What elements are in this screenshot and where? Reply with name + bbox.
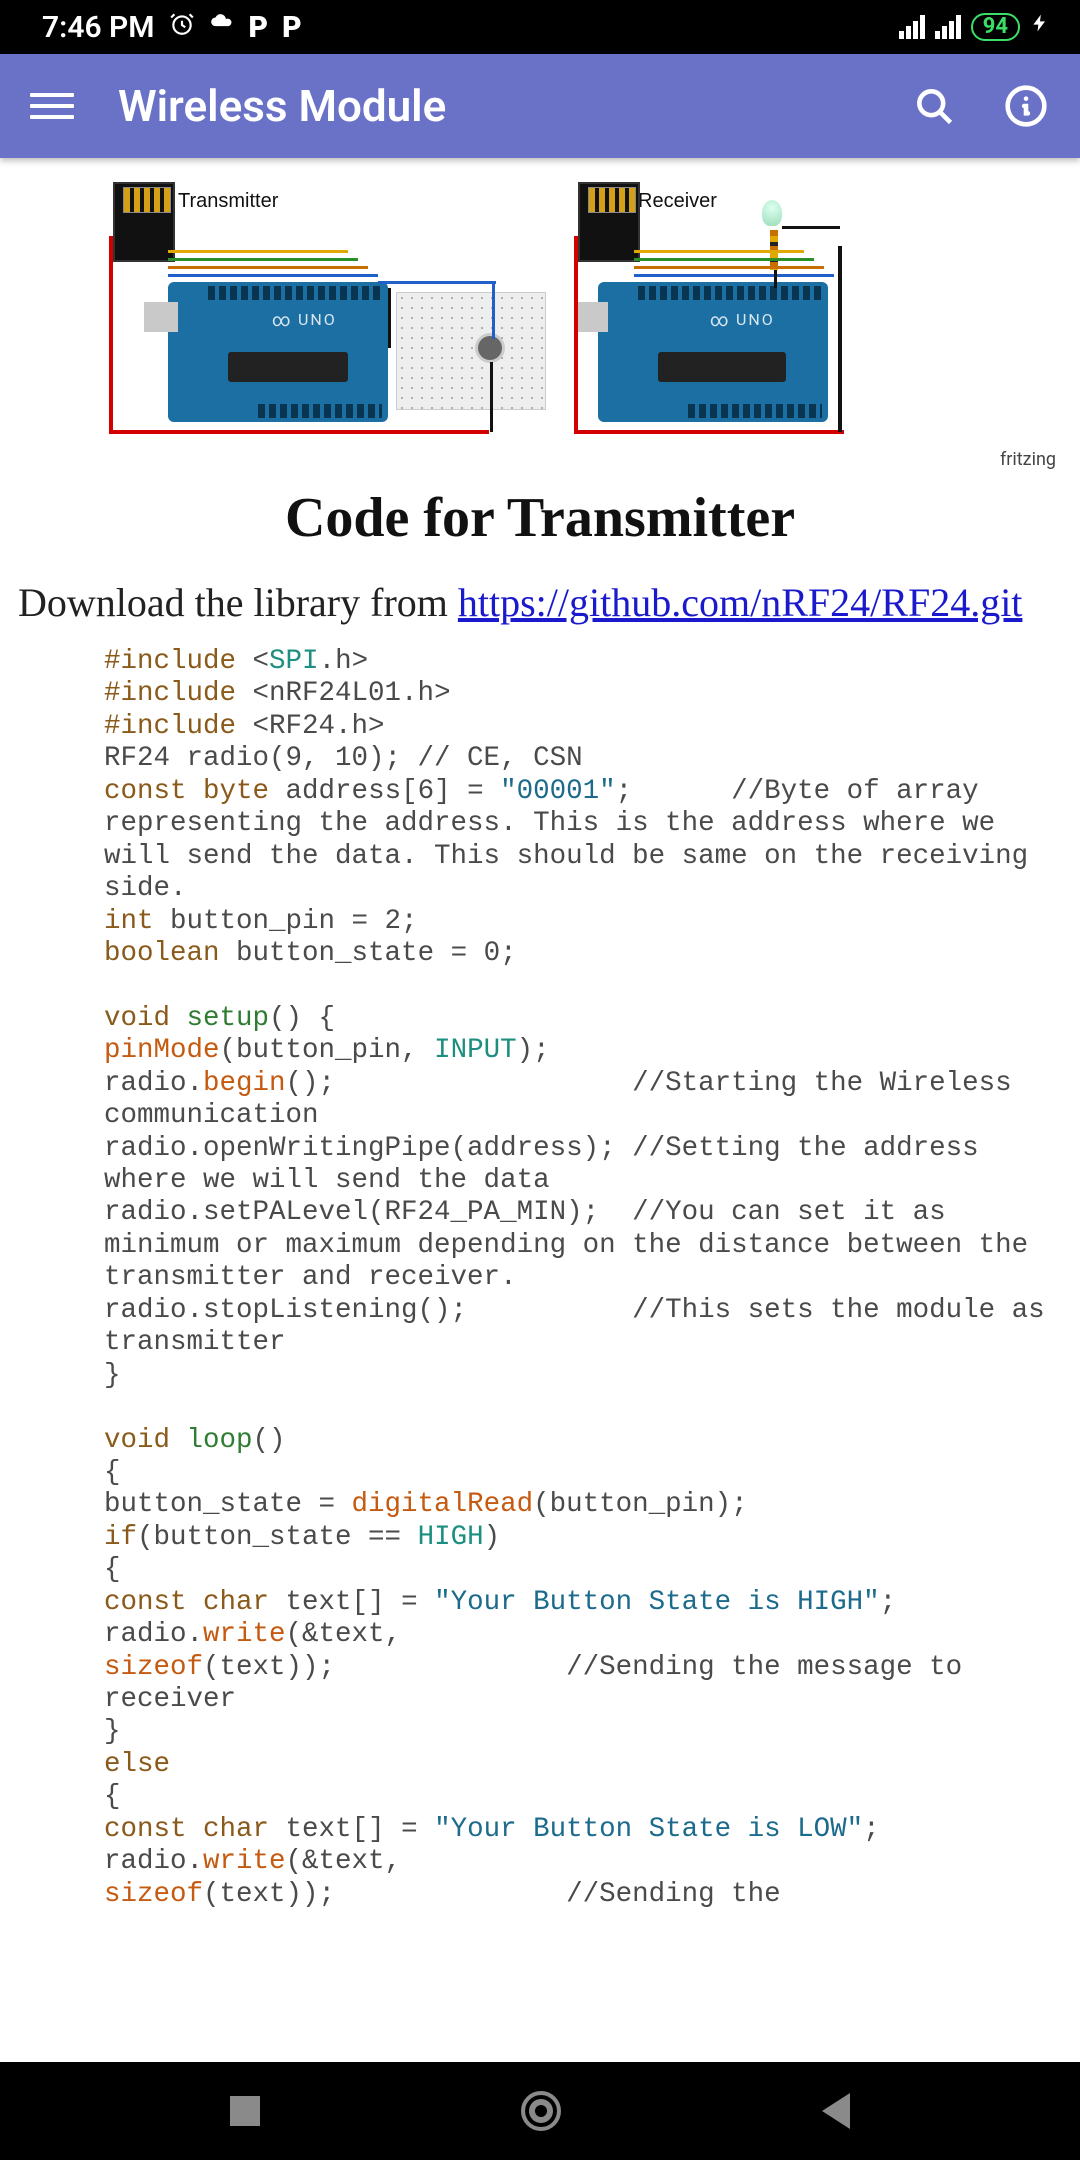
search-icon[interactable]	[910, 82, 958, 130]
signal-icon-2	[935, 15, 961, 39]
status-right: 94	[899, 9, 1050, 45]
nrf-transmitter	[113, 182, 175, 262]
breadboard	[396, 292, 546, 410]
home-button[interactable]	[521, 2091, 561, 2131]
status-left: 7:46 PM P P	[42, 10, 302, 45]
status-bar: 7:46 PM P P 94	[0, 0, 1080, 54]
download-link[interactable]: https://github.com/nRF24/RF24.git	[458, 580, 1023, 625]
battery-badge: 94	[971, 13, 1020, 41]
status-time: 7:46 PM	[42, 10, 155, 45]
charging-icon	[1030, 9, 1050, 45]
uno-receiver: ∞ UNO	[598, 282, 828, 422]
download-prefix: Download the library from	[18, 580, 458, 625]
menu-icon[interactable]	[24, 93, 80, 119]
content-scroll[interactable]: Transmitter ∞ UNO Receiver	[0, 158, 1080, 2062]
download-text: Download the library from https://github…	[18, 578, 1062, 628]
info-icon[interactable]	[1002, 82, 1050, 130]
uno-transmitter: ∞ UNO	[168, 282, 388, 422]
signal-icon-1	[899, 15, 925, 39]
app-bar: Wireless Module	[0, 54, 1080, 158]
system-nav-bar	[0, 2062, 1080, 2160]
page-title: Wireless Module	[118, 80, 910, 132]
weather-icon	[209, 10, 235, 45]
code-block: #include <SPI.h> #include <nRF24L01.h> #…	[18, 638, 1062, 1911]
push-button	[478, 336, 502, 360]
receiver-label: Receiver	[638, 190, 717, 213]
recents-button[interactable]	[230, 2096, 260, 2126]
diagram-credit: fritzing	[1000, 449, 1056, 470]
p-icon-1: P	[249, 10, 269, 45]
section-heading: Code for Transmitter	[18, 486, 1062, 550]
nrf-receiver	[578, 182, 640, 262]
transmitter-label: Transmitter	[178, 190, 278, 213]
alarm-icon	[169, 10, 195, 45]
p-icon-2: P	[282, 10, 302, 45]
back-button[interactable]	[822, 2093, 850, 2129]
led	[762, 200, 782, 226]
wiring-diagram: Transmitter ∞ UNO Receiver	[18, 176, 1062, 446]
